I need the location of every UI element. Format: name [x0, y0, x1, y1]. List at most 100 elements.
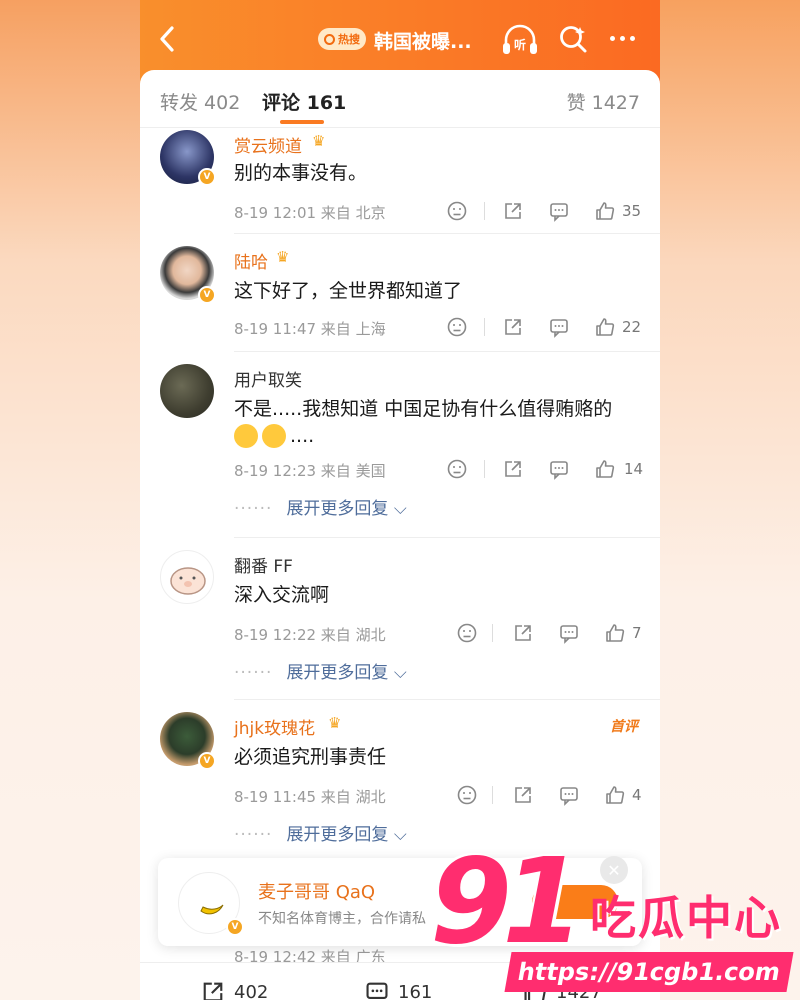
expand-replies-label: 展开更多回复: [286, 499, 389, 519]
dislike-icon[interactable]: [446, 458, 468, 480]
crown-icon: ♛: [312, 132, 326, 150]
expand-replies-label: 展开更多回复: [286, 663, 389, 683]
like-count: 4: [632, 786, 642, 804]
popup-description: 不知名体育博主，合作请私: [258, 911, 426, 927]
comment-item: 翻番 FF 深入交流啊 8-19 12:22 来自 湖北 7 ······ 展开更…: [140, 538, 660, 700]
share-icon: [203, 982, 223, 1000]
verified-badge: V: [198, 168, 216, 186]
comment-meta: 8-19 11:47 来自 上海: [234, 320, 386, 338]
expand-replies-link[interactable]: ······ 展开更多回复 ⌵: [234, 820, 407, 845]
comment-item: V 陆哈 ♛ 这下好了，全世界都知道了 8-19 11:47 来自 上海 22: [140, 234, 660, 352]
hot-search-badge[interactable]: 热搜: [318, 28, 366, 50]
comment-item: V jhjk玫瑰花 ♛ 首评 必须追究刑事责任 8-19 11:45 来自 湖北…: [140, 700, 660, 858]
reply-icon[interactable]: [558, 784, 580, 806]
watermark-title: 吃瓜中心: [590, 891, 782, 945]
dislike-icon[interactable]: [446, 200, 468, 222]
background-left: [0, 0, 140, 1000]
comment-text: 不是.....我想知道 中国足协有什么值得贿赂的: [234, 398, 613, 420]
like-count: 7: [632, 624, 642, 642]
more-icon[interactable]: [610, 36, 642, 44]
watermark-logo: 91 吃瓜中心 https://91cgb1.com: [430, 842, 800, 1000]
crown-icon: ♛: [328, 714, 342, 732]
bottom-comment-count: 161: [398, 981, 433, 1000]
reply-icon[interactable]: [548, 200, 570, 222]
like-icon[interactable]: [594, 316, 616, 338]
header-title[interactable]: 韩国被曝...: [374, 27, 472, 54]
emoji-line: ....: [234, 424, 314, 448]
first-comment-tag: 首评: [610, 719, 638, 735]
verified-badge: V: [198, 286, 216, 304]
expand-replies-label: 展开更多回复: [286, 825, 389, 845]
chevron-down-icon: ⌵: [393, 499, 407, 519]
divider: [484, 460, 485, 478]
username[interactable]: 用户取笑: [234, 366, 302, 391]
like-icon[interactable]: [604, 622, 626, 644]
comment-text-tail: ....: [290, 425, 315, 447]
expand-replies-link[interactable]: ······ 展开更多回复 ⌵: [234, 494, 407, 519]
share-icon[interactable]: [512, 784, 534, 806]
comment-meta: 8-19 11:45 来自 湖北: [234, 788, 386, 806]
comment-meta: 8-19 12:23 来自 美国: [234, 462, 386, 480]
comment-text: 必须追究刑事责任: [234, 746, 387, 768]
bottom-repost-button[interactable]: 402: [200, 979, 268, 1000]
tab-repost[interactable]: 转发 402: [160, 88, 240, 115]
like-count: 14: [624, 460, 644, 478]
bottom-comment-button[interactable]: 161: [364, 979, 432, 1000]
ai-search-icon[interactable]: [558, 24, 588, 54]
avatar[interactable]: [160, 550, 214, 604]
verified-badge: V: [226, 918, 244, 936]
reply-icon[interactable]: [558, 622, 580, 644]
watermark-number: 91: [430, 832, 584, 970]
hot-label: 热搜: [338, 33, 360, 46]
tab-bar: 转发 402 评论 161 赞 1427: [140, 70, 660, 128]
comment-text: 别的本事没有。: [234, 162, 368, 184]
comment-text: 这下好了，全世界都知道了: [234, 280, 463, 302]
divider: [492, 786, 493, 804]
share-icon[interactable]: [502, 458, 524, 480]
dislike-icon[interactable]: [446, 316, 468, 338]
tab-comment[interactable]: 评论 161: [262, 88, 346, 115]
comment-text: 深入交流啊: [234, 584, 330, 606]
headphones-icon[interactable]: 听: [500, 22, 540, 58]
divider: [484, 318, 485, 336]
comment-item: 用户取笑 不是.....我想知道 中国足协有什么值得贿赂的 .... 8-19 …: [140, 352, 660, 538]
username[interactable]: 陆哈: [234, 248, 268, 273]
comment-meta: 8-19 12:01 来自 北京: [234, 204, 386, 222]
reply-icon[interactable]: [548, 458, 570, 480]
pig-icon: [170, 567, 206, 595]
search-icon: [324, 33, 335, 45]
like-icon[interactable]: [594, 458, 616, 480]
dislike-icon[interactable]: [456, 784, 478, 806]
tab-like[interactable]: 赞 1427: [567, 88, 640, 115]
crown-icon: ♛: [276, 248, 290, 266]
username[interactable]: 赏云频道: [234, 132, 302, 157]
bottom-repost-count: 402: [234, 981, 269, 1000]
like-icon[interactable]: [604, 784, 626, 806]
avatar[interactable]: [160, 364, 214, 418]
watermark-url: https://91cgb1.com: [504, 952, 794, 992]
dislike-icon[interactable]: [456, 622, 478, 644]
username[interactable]: 翻番 FF: [234, 552, 293, 577]
share-icon[interactable]: [502, 200, 524, 222]
username[interactable]: jhjk玫瑰花: [234, 714, 315, 739]
divider: [492, 624, 493, 642]
like-count: 35: [622, 202, 642, 220]
popup-username[interactable]: 麦子哥哥 QaQ: [258, 878, 375, 904]
verified-badge: V: [198, 752, 216, 770]
emoji-icon: [262, 424, 286, 448]
listen-label: 听: [514, 37, 526, 52]
reply-icon[interactable]: [548, 316, 570, 338]
back-icon[interactable]: [154, 22, 180, 56]
comment-meta: 8-19 12:22 来自 湖北: [234, 626, 386, 644]
chevron-down-icon: ⌵: [393, 663, 407, 683]
share-icon[interactable]: [502, 316, 524, 338]
tab-underline: [280, 120, 324, 124]
emoji-icon: [234, 424, 258, 448]
comment-item: V 赏云频道 ♛ 别的本事没有。 8-19 12:01 来自 北京 35: [140, 128, 660, 234]
expand-replies-link[interactable]: ······ 展开更多回复 ⌵: [234, 658, 407, 683]
like-icon[interactable]: [594, 200, 616, 222]
share-icon[interactable]: [512, 622, 534, 644]
divider: [484, 202, 485, 220]
chevron-down-icon: ⌵: [393, 825, 407, 845]
like-count: 22: [622, 318, 642, 336]
